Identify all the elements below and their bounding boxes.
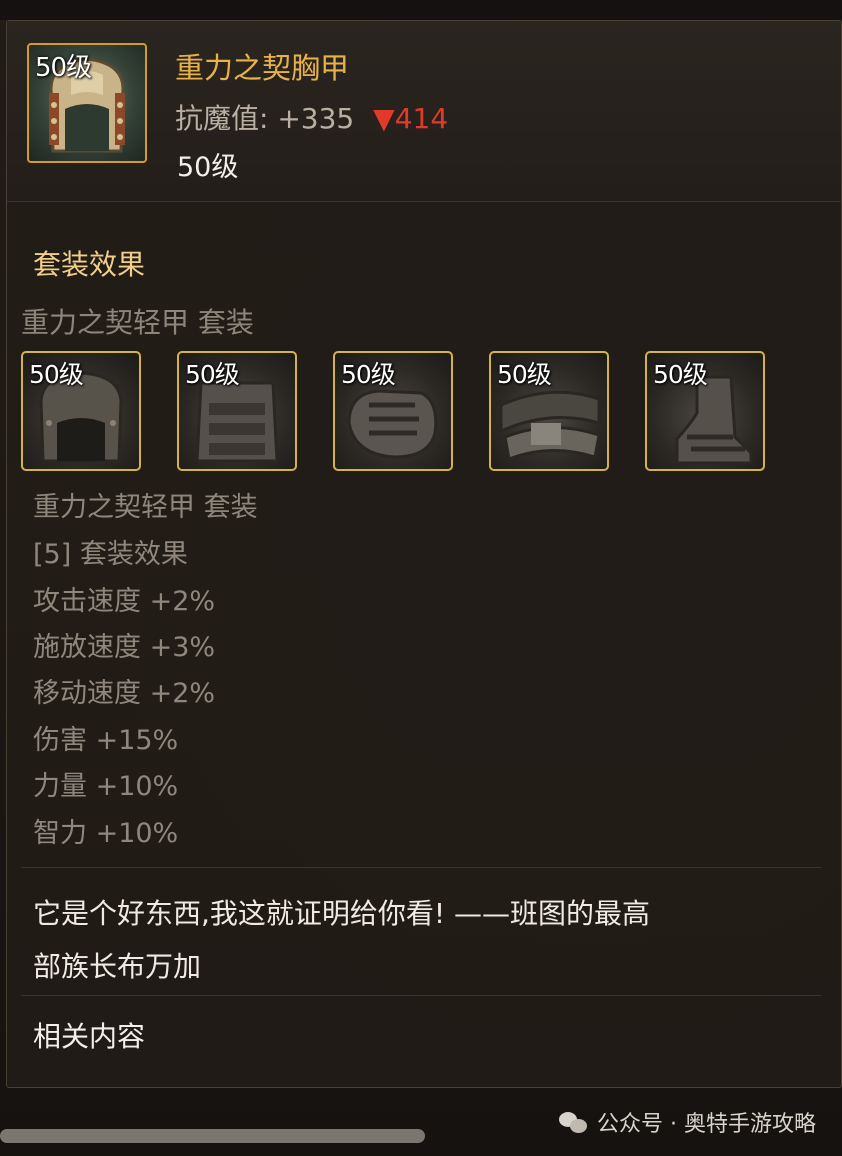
horizontal-scrollbar[interactable] bbox=[0, 1129, 425, 1143]
set-piece-gauntlet[interactable]: 50级 bbox=[333, 351, 453, 471]
piece-level: 50级 bbox=[29, 360, 84, 389]
piece-level: 50级 bbox=[185, 360, 240, 389]
item-header: 50级 重力之契胸甲 抗魔值: +335 ▼414 50级 bbox=[7, 21, 841, 202]
piece-level: 50级 bbox=[497, 360, 552, 389]
item-level-text: 50级 bbox=[177, 152, 239, 183]
set-name: 重力之契轻甲 套装 bbox=[21, 306, 254, 339]
item-level-badge: 50级 bbox=[35, 53, 92, 83]
set-effects-header: 重力之契轻甲 套装 bbox=[33, 492, 258, 523]
related-content-title[interactable]: 相关内容 bbox=[33, 1015, 145, 1055]
flavor-line-1: 它是个好东西,我这就证明给你看! ——班图的最高 bbox=[33, 897, 651, 930]
magic-resist-stat: 抗魔值: +335 ▼414 bbox=[175, 97, 448, 137]
set-bonus-move-speed: 移动速度 +2% bbox=[33, 678, 216, 709]
item-tooltip-panel: 50级 重力之契胸甲 抗魔值: +335 ▼414 50级 套装效果 重力之契轻… bbox=[6, 20, 842, 1088]
set-bonus-attack-speed: 攻击速度 +2% bbox=[33, 586, 216, 617]
wechat-icon bbox=[559, 1110, 589, 1134]
watermark: 公众号 · 奥特手游攻略 bbox=[559, 1106, 816, 1138]
set-effect-title: 套装效果 bbox=[33, 248, 146, 281]
set-piece-chest[interactable]: 50级 bbox=[177, 351, 297, 471]
set-bonus-label: [5] 套装效果 bbox=[33, 539, 188, 570]
piece-level: 50级 bbox=[653, 360, 708, 389]
set-bonus-cast-speed: 施放速度 +3% bbox=[33, 632, 216, 663]
set-piece-helmet[interactable]: 50级 bbox=[21, 351, 141, 471]
divider bbox=[21, 995, 821, 996]
set-piece-boots[interactable]: 50级 bbox=[645, 351, 765, 471]
set-bonus-strength: 力量 +10% bbox=[33, 771, 179, 802]
set-bonus-damage: 伤害 +15% bbox=[33, 725, 179, 756]
top-strip bbox=[0, 0, 842, 20]
set-bonus-intelligence: 智力 +10% bbox=[33, 818, 179, 849]
stat-value: +335 bbox=[277, 102, 355, 135]
item-name: 重力之契胸甲 bbox=[175, 51, 350, 85]
watermark-text: 公众号 · 奥特手游攻略 bbox=[597, 1112, 816, 1137]
piece-level: 50级 bbox=[341, 360, 396, 389]
stat-label: 抗魔值: bbox=[175, 102, 269, 135]
chest-armor-icon[interactable]: 50级 bbox=[27, 43, 147, 163]
flavor-line-2: 部族长布万加 bbox=[33, 950, 202, 983]
set-piece-belt[interactable]: 50级 bbox=[489, 351, 609, 471]
flavor-text: 它是个好东西,我这就证明给你看! ——班图的最高 部族长布万加 bbox=[33, 887, 823, 993]
stat-compare-down: ▼414 bbox=[373, 102, 449, 135]
divider bbox=[21, 867, 821, 868]
